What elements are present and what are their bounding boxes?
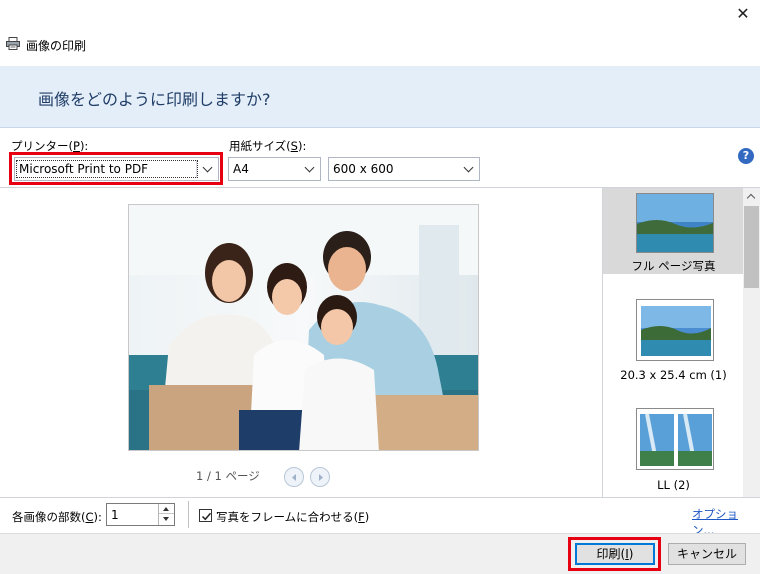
title-bar: 画像の印刷 xyxy=(6,36,86,54)
chevron-down-icon xyxy=(305,164,315,174)
print-preview-image xyxy=(128,204,479,451)
print-highlight-box xyxy=(568,537,661,571)
layout-item-full-page[interactable]: フル ページ写真 xyxy=(603,188,744,274)
scroll-thumb[interactable] xyxy=(744,206,759,288)
fit-frame-label[interactable]: 写真をフレームに合わせる(F) xyxy=(216,509,369,525)
printer-highlight-box xyxy=(9,152,223,185)
copies-stepper[interactable]: 1 xyxy=(106,503,175,526)
layout-label: 20.3 x 25.4 cm (1) xyxy=(620,368,727,382)
window-title: 画像の印刷 xyxy=(26,38,87,53)
paper-size-select[interactable]: A4 xyxy=(228,157,321,181)
stepper-buttons xyxy=(158,504,174,525)
layout-label: LL (2) xyxy=(657,478,690,492)
copies-label: 各画像の部数(C): xyxy=(12,510,102,524)
layout-thumbnail xyxy=(636,299,714,361)
copies-input[interactable]: 1 xyxy=(111,508,119,522)
paper-size-value: A4 xyxy=(233,162,249,176)
chevron-right-icon xyxy=(319,474,323,481)
layout-list: フル ページ写真 20.3 x 25.4 cm (1) LL (2) xyxy=(602,188,744,497)
quality-select[interactable]: 600 x 600 xyxy=(328,157,480,181)
layout-label: フル ページ写真 xyxy=(631,259,716,273)
cancel-button[interactable]: キャンセル xyxy=(668,543,746,565)
divider xyxy=(0,497,760,498)
layout-thumbnail xyxy=(636,408,714,470)
next-page-button[interactable] xyxy=(310,467,330,487)
header-banner: 画像をどのように印刷しますか? xyxy=(0,66,760,128)
page-indicator: 1 / 1 ページ xyxy=(196,469,260,483)
decrement-icon[interactable] xyxy=(159,514,174,524)
layout-item-ll[interactable]: LL (2) xyxy=(603,398,744,497)
increment-icon[interactable] xyxy=(159,504,174,514)
layout-item-8x10[interactable]: 20.3 x 25.4 cm (1) xyxy=(603,288,744,388)
close-icon: ✕ xyxy=(736,4,750,23)
chevron-left-icon xyxy=(292,474,296,481)
scroll-up-icon[interactable] xyxy=(743,188,760,205)
chevron-down-icon xyxy=(464,164,474,174)
paper-size-label: 用紙サイズ(S): xyxy=(229,139,307,153)
layout-scrollbar[interactable] xyxy=(743,188,760,497)
checkmark-icon xyxy=(201,512,212,521)
fit-frame-checkbox[interactable] xyxy=(199,509,212,522)
prev-page-button[interactable] xyxy=(284,467,304,487)
page-title: 画像をどのように印刷しますか? xyxy=(38,90,271,109)
help-icon[interactable]: ? xyxy=(738,148,754,164)
close-button[interactable]: ✕ xyxy=(732,4,754,24)
quality-value: 600 x 600 xyxy=(333,162,394,176)
separator xyxy=(188,501,189,528)
printer-icon xyxy=(6,37,20,53)
layout-thumbnail xyxy=(636,193,714,253)
